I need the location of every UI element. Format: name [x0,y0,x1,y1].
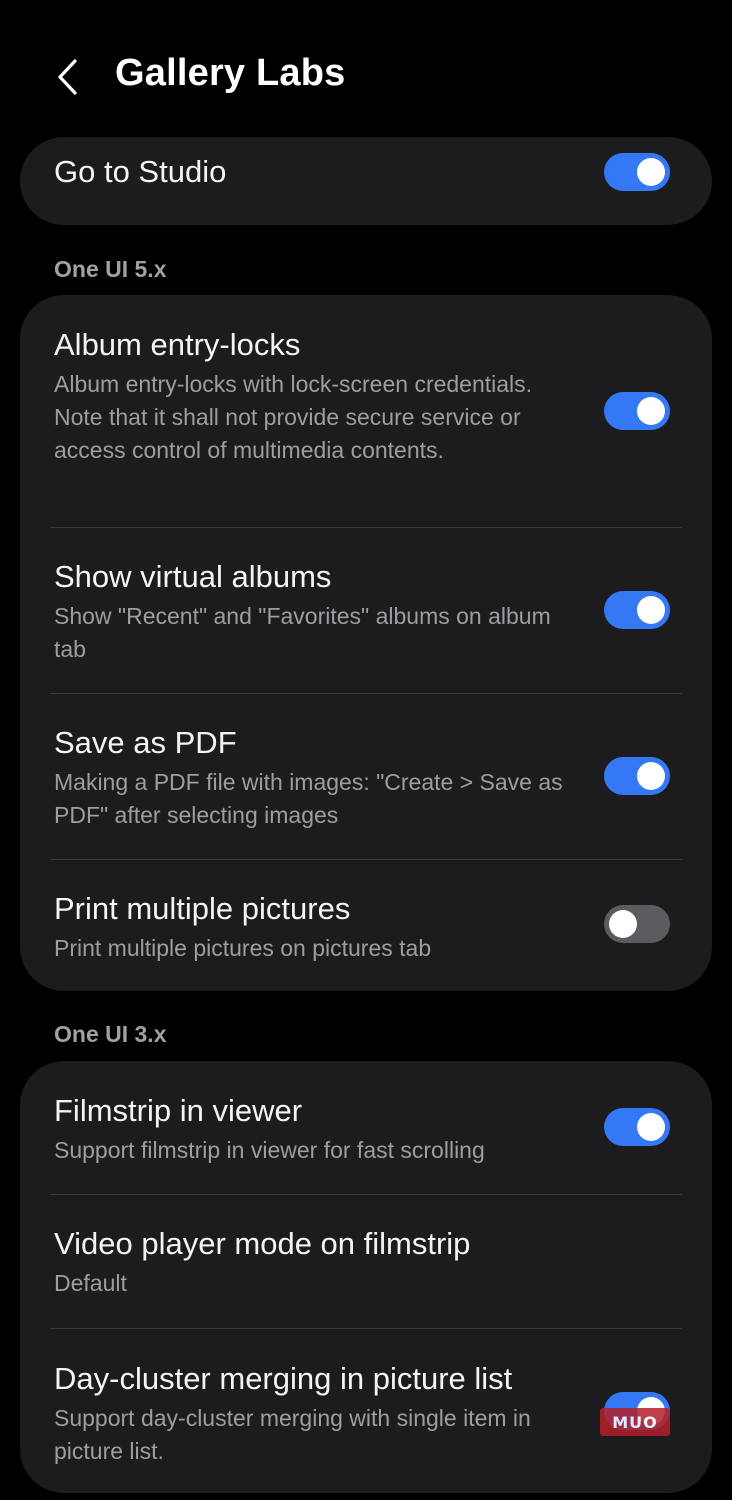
toggle-knob [609,910,637,938]
setting-title: Album entry-locks [54,327,301,362]
section-header-one-ui-5: One UI 5.x [54,256,167,282]
save-as-pdf-toggle[interactable] [604,757,670,795]
toggle-knob [637,397,665,425]
setting-row-show-virtual-albums[interactable]: Show virtual albums Show "Recent" and "F… [20,528,712,693]
setting-title: Day-cluster merging in picture list [54,1361,513,1396]
muo-watermark-logo: MUO [600,1408,670,1436]
app-bar: Gallery Labs [0,0,732,138]
setting-title: Show virtual albums [54,559,332,594]
setting-value: Default [54,1270,127,1296]
section-header-one-ui-3: One UI 3.x [54,1021,167,1047]
setting-description: Support filmstrip in viewer for fast scr… [54,1137,485,1163]
toggle-knob [637,1113,665,1141]
setting-description: Support day-cluster merging with single … [54,1405,531,1464]
setting-row-video-player-mode[interactable]: Video player mode on filmstrip Default [20,1195,712,1328]
go-to-studio-label: Go to Studio [54,154,227,189]
toggle-knob [637,158,665,186]
setting-title: Save as PDF [54,725,237,760]
setting-row-filmstrip-in-viewer[interactable]: Filmstrip in viewer Support filmstrip in… [20,1061,712,1194]
setting-row-save-as-pdf[interactable]: Save as PDF Making a PDF file with image… [20,694,712,859]
setting-title: Filmstrip in viewer [54,1093,303,1128]
back-button[interactable] [44,50,92,104]
one-ui-5-card: Album entry-locks Album entry-locks with… [20,295,712,991]
setting-title: Print multiple pictures [54,891,351,926]
toggle-knob [637,596,665,624]
setting-title: Video player mode on filmstrip [54,1226,471,1261]
album-entry-locks-toggle[interactable] [604,392,670,430]
setting-row-print-multiple-pictures[interactable]: Print multiple pictures Print multiple p… [20,860,712,991]
setting-row-album-entry-locks[interactable]: Album entry-locks Album entry-locks with… [20,295,712,527]
setting-description: Show "Recent" and "Favorites" albums on … [54,603,551,662]
filmstrip-in-viewer-toggle[interactable] [604,1108,670,1146]
setting-description: Making a PDF file with images: "Create >… [54,769,563,828]
toggle-knob [637,762,665,790]
setting-description: Print multiple pictures on pictures tab [54,935,432,961]
go-to-studio-row[interactable]: Go to Studio [20,137,712,225]
print-multiple-pictures-toggle[interactable] [604,905,670,943]
go-to-studio-toggle[interactable] [604,153,670,191]
chevron-left-icon [58,59,77,95]
show-virtual-albums-toggle[interactable] [604,591,670,629]
page-title: Gallery Labs [115,52,346,94]
gallery-labs-screen: Gallery Labs Go to Studio One UI 5.x Alb… [0,0,732,1500]
setting-description: Album entry-locks with lock-screen crede… [54,371,533,463]
